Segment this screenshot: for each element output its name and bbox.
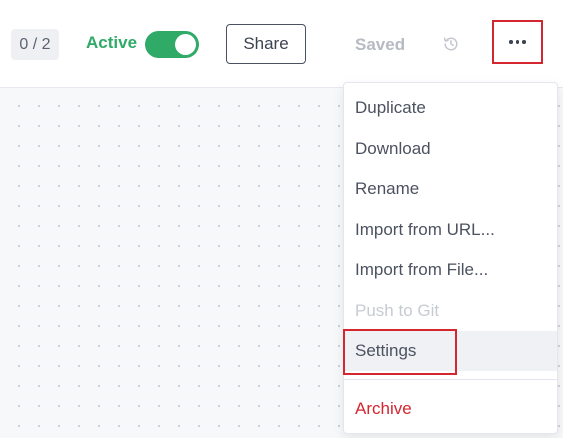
menu-item-download[interactable]: Download — [344, 129, 557, 169]
history-icon[interactable] — [443, 36, 459, 52]
toggle-knob — [175, 34, 196, 55]
more-options-button[interactable] — [492, 20, 543, 64]
selection-counter: 0 / 2 — [11, 29, 59, 60]
menu-item-import-file[interactable]: Import from File... — [344, 250, 557, 290]
menu-item-rename[interactable]: Rename — [344, 169, 557, 209]
menu-item-import-url[interactable]: Import from URL... — [344, 210, 557, 250]
menu-divider — [344, 379, 557, 380]
active-toggle[interactable] — [145, 31, 199, 58]
menu-item-duplicate[interactable]: Duplicate — [344, 88, 557, 128]
options-menu: Duplicate Download Rename Import from UR… — [343, 82, 558, 434]
saved-status: Saved — [355, 35, 406, 54]
settings-highlight-box — [343, 329, 457, 375]
more-horizontal-icon — [509, 40, 526, 44]
menu-item-push-to-git: Push to Git — [355, 301, 440, 320]
active-label: Active — [86, 33, 138, 52]
top-toolbar: 0 / 2 Active Share Saved — [0, 0, 563, 88]
share-button[interactable]: Share — [226, 24, 306, 64]
menu-item-archive[interactable]: Archive — [344, 389, 557, 429]
